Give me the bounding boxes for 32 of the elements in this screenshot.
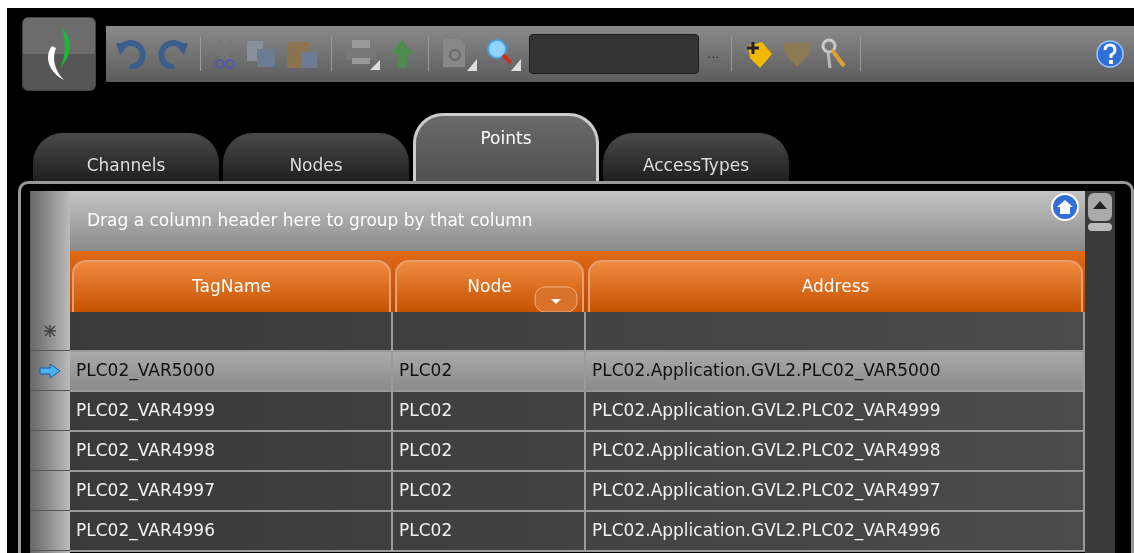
home-icon[interactable]	[1051, 193, 1079, 221]
filter-dropdown-icon[interactable]	[534, 286, 578, 312]
search-icon[interactable]	[485, 37, 521, 71]
scroll-up-icon[interactable]	[1085, 191, 1115, 231]
table-row[interactable]: PLC02_VAR4999 PLC02 PLC02.Application.GVL2.PLC02_VAR4999	[70, 392, 1085, 432]
help-icon[interactable]	[1096, 40, 1124, 68]
app-logo-button[interactable]	[22, 17, 96, 91]
table-cell: PLC02	[393, 472, 586, 510]
table-cell: PLC02	[393, 512, 586, 550]
new-row[interactable]	[70, 312, 1085, 352]
tab[interactable]: Points	[413, 113, 599, 181]
scrollbar[interactable]	[1085, 191, 1115, 553]
new-row-icon	[44, 324, 56, 337]
table-cell: PLC02_VAR4996	[70, 512, 393, 550]
table-row[interactable]: PLC02_VAR5000 PLC02 PLC02.Application.GVL2.PLC02_VAR5000	[70, 352, 1085, 392]
table-row[interactable]: PLC02_VAR4997 PLC02 PLC02.Application.GVL2.PLC02_VAR4997	[70, 472, 1085, 512]
preview-icon[interactable]	[441, 37, 477, 71]
table-cell: PLC02_VAR4998	[70, 432, 393, 470]
table-cell: PLC02_VAR5000	[70, 352, 393, 390]
table-cell: PLC02	[393, 392, 586, 430]
table-row[interactable]: PLC02_VAR4998 PLC02 PLC02.Application.GVL2.PLC02_VAR4998	[70, 432, 1085, 472]
tab[interactable]: AccessTypes	[603, 133, 789, 181]
printer-icon[interactable]	[344, 38, 380, 70]
tab[interactable]: Channels	[33, 133, 219, 181]
table-row[interactable]: PLC02_VAR4996 PLC02 PLC02.Application.GVL2.PLC02_VAR4996	[70, 512, 1085, 552]
tab[interactable]: Nodes	[223, 133, 409, 181]
search-field[interactable]	[529, 34, 699, 74]
table-cell: PLC02_VAR4999	[70, 392, 393, 430]
group-panel-hint: Drag a column header here to group by that column	[87, 209, 533, 233]
table-cell: PLC02_VAR4997	[70, 472, 393, 510]
table-cell: PLC02	[393, 432, 586, 470]
table-cell: PLC02	[393, 352, 586, 390]
